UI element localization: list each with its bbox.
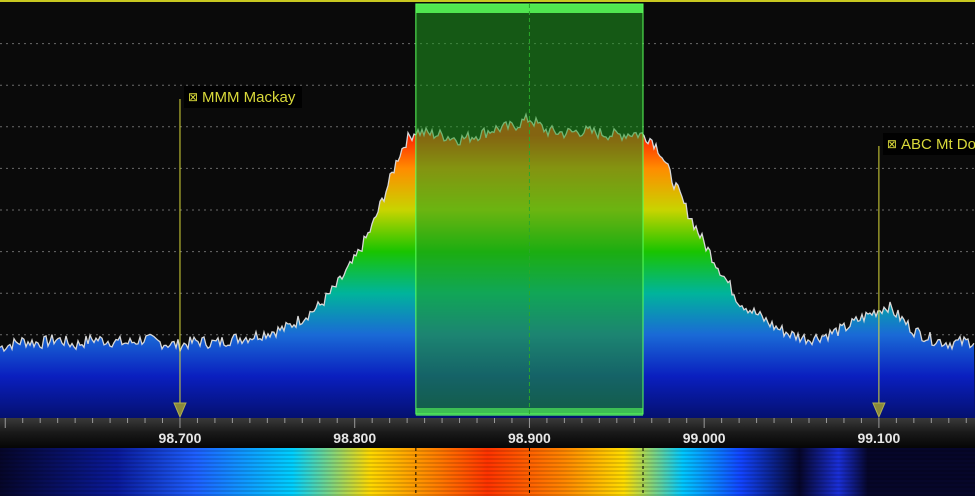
passband-filter[interactable] xyxy=(415,3,644,416)
marker-x-icon[interactable]: ⊠ xyxy=(887,137,897,151)
marker-label-abc-mt-dowe[interactable]: ⊠ABC Mt Dowe xyxy=(882,133,975,155)
frequency-ruler[interactable]: 98.70098.80098.90099.00099.10099.200 xyxy=(0,418,975,448)
frequency-label: 98.900 xyxy=(508,430,551,446)
frequency-label: 99.100 xyxy=(857,430,901,446)
marker-label-mmm-mackay[interactable]: ⊠ MMM Mackay xyxy=(183,86,303,108)
spectrum-analyzer: ⊠MMM Mackay ⊠ABC Mt Dowe 98.70098.80098.… xyxy=(0,0,975,496)
frequency-label: 98.800 xyxy=(333,430,377,446)
frequency-label: 98.700 xyxy=(158,430,202,446)
marker-label-text: MMM Mackay xyxy=(202,89,296,106)
frequency-label: 99.000 xyxy=(682,430,726,446)
marker-label-text: ABC Mt Dowe xyxy=(900,136,975,153)
spectrum-plot[interactable] xyxy=(0,2,975,418)
ruler-ticks xyxy=(4,418,967,428)
marker-x-icon[interactable]: ⊠ xyxy=(188,90,198,104)
waterfall-display[interactable] xyxy=(0,448,975,496)
waterfall-canvas xyxy=(0,448,975,496)
